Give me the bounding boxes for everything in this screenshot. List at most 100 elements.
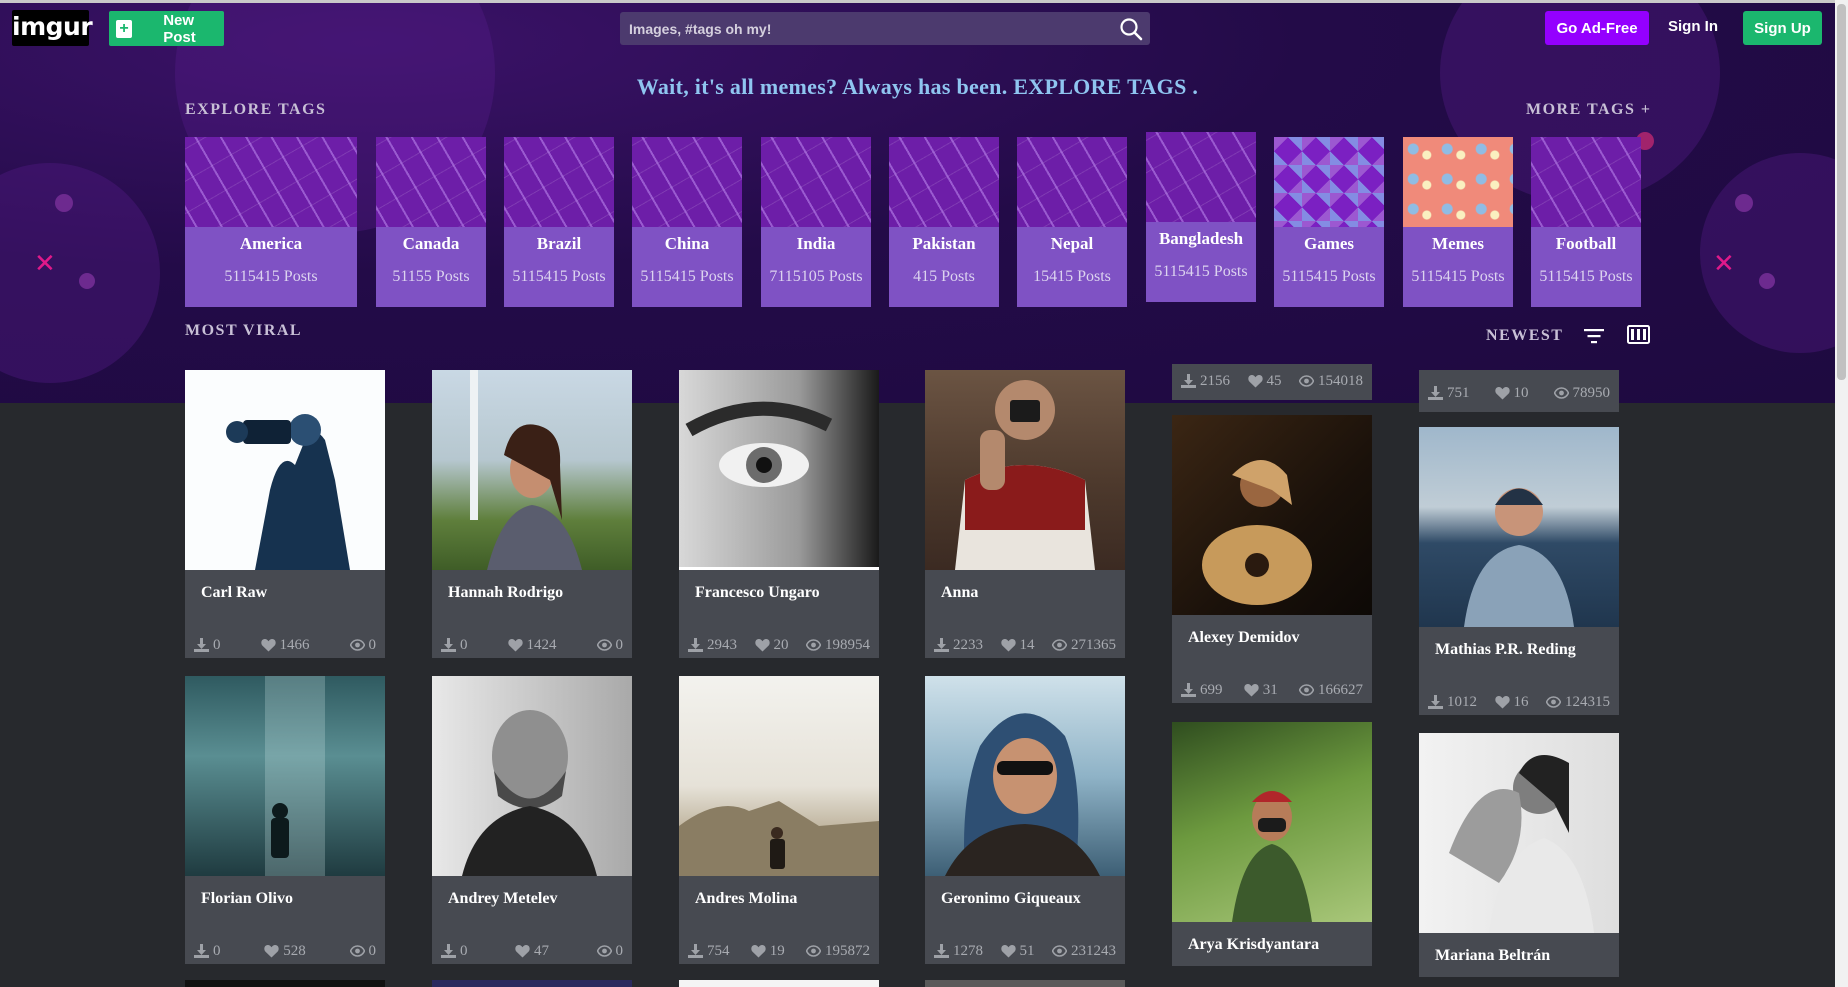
download-icon: [194, 638, 209, 652]
post-card[interactable]: Carl Raw 0 1466 0: [185, 370, 385, 658]
download-stat: 1012: [1428, 689, 1477, 715]
post-author: Andrey Metelev: [448, 890, 558, 907]
post-card-offscreen[interactable]: [432, 980, 632, 987]
tag-card-brazil[interactable]: Brazil 5115415 Posts: [504, 137, 614, 307]
post-card[interactable]: Mathias P.R. Reding 1012 16 124315: [1419, 427, 1619, 715]
tag-post-count: 5115415 Posts: [1411, 268, 1505, 285]
tag-art: [504, 137, 614, 227]
heart-icon: [515, 945, 530, 958]
post-author: Hannah Rodrigo: [448, 584, 564, 601]
like-count: 16: [1513, 693, 1529, 710]
tag-post-count: 15415 Posts: [1033, 268, 1111, 285]
tag-card-india[interactable]: India 7115105 Posts: [761, 137, 871, 307]
post-card[interactable]: Geronimo Giqueaux 1278 51 231243: [925, 676, 1125, 964]
vertical-scrollbar[interactable]: [1835, 0, 1848, 987]
tag-art: [1017, 137, 1127, 227]
view-stat: 198954: [806, 632, 870, 658]
new-post-label: New Post: [163, 11, 196, 46]
view-count: 0: [368, 636, 377, 653]
post-image: [679, 370, 879, 570]
download-icon: [688, 638, 703, 652]
tag-card-china[interactable]: China 5115415 Posts: [632, 137, 742, 307]
download-count: 1012: [1447, 693, 1477, 710]
sign-in-link[interactable]: Sign In: [1668, 18, 1718, 35]
post-card-partial[interactable]: 2156 45 154018: [1172, 364, 1372, 400]
grid-layout-icon[interactable]: [1627, 325, 1650, 344]
view-stat: 0: [349, 632, 377, 658]
like-stat: 528: [264, 938, 306, 964]
tag-name: America: [239, 234, 303, 253]
download-count: 0: [213, 636, 221, 653]
tag-art: [1146, 132, 1256, 222]
heart-icon: [754, 639, 770, 652]
post-card[interactable]: Andrey Metelev 0 47 0: [432, 676, 632, 964]
post-stats: 0 1466 0: [185, 614, 385, 658]
heart-icon: [507, 639, 523, 652]
view-stat: 231243: [1052, 938, 1116, 964]
post-card-offscreen[interactable]: [679, 980, 879, 987]
like-count: 19: [769, 942, 785, 959]
tag-art: [1403, 137, 1513, 227]
search-input[interactable]: [629, 20, 1099, 37]
post-card-offscreen[interactable]: [925, 980, 1125, 987]
like-stat: 45: [1247, 373, 1282, 390]
tag-post-count: 5115415 Posts: [512, 268, 606, 285]
tag-art: [185, 137, 357, 227]
post-image: [432, 676, 632, 876]
sign-up-button[interactable]: Sign Up: [1743, 11, 1822, 45]
tag-post-count: 5115415 Posts: [1539, 268, 1633, 285]
new-post-button[interactable]: + New Post: [109, 11, 224, 46]
tag-card-bangladesh[interactable]: Bangladesh 5115415 Posts: [1146, 132, 1256, 302]
view-count: 271365: [1071, 636, 1116, 653]
tag-card-memes[interactable]: Memes 5115415 Posts: [1403, 137, 1513, 307]
post-image: [1172, 722, 1372, 922]
heart-icon: [1244, 684, 1259, 697]
post-card-partial[interactable]: 751 10 78950: [1419, 370, 1619, 412]
like-stat: 1424: [507, 632, 557, 658]
post-card[interactable]: Francesco Ungaro 2943 20 198954: [679, 370, 879, 658]
scrollbar-thumb[interactable]: [1837, 4, 1846, 380]
download-count: 754: [707, 942, 730, 959]
search-icon[interactable]: [1118, 16, 1144, 42]
tag-card-nepal[interactable]: Nepal 15415 Posts: [1017, 137, 1127, 307]
decor-x-icon: ✕: [1713, 249, 1735, 279]
tag-card-canada[interactable]: Canada 51155 Posts: [376, 137, 486, 307]
go-ad-free-button[interactable]: Go Ad-Free: [1545, 11, 1649, 45]
newest-sort-label[interactable]: NEWEST: [1486, 327, 1563, 345]
post-stats: 2233 14 271365: [925, 614, 1125, 658]
tag-art: [632, 137, 742, 227]
heart-icon: [1247, 375, 1263, 388]
download-count: 699: [1200, 681, 1223, 698]
imgur-logo[interactable]: imgur: [12, 10, 93, 46]
tag-card-pakistan[interactable]: Pakistan 415 Posts: [889, 137, 999, 307]
post-stats: 751 10 78950: [1419, 370, 1619, 401]
post-card[interactable]: Hannah Rodrigo 0 1424 0: [432, 370, 632, 658]
view-stat: 195872: [806, 938, 870, 964]
search-bar[interactable]: [620, 12, 1150, 45]
post-card-offscreen[interactable]: [185, 980, 385, 987]
filter-sort-icon[interactable]: [1583, 326, 1605, 346]
tag-card-america[interactable]: America 5115415 Posts: [185, 137, 357, 307]
view-stat: 0: [596, 938, 623, 964]
post-author: Florian Olivo: [201, 890, 293, 907]
post-stats: 0 528 0: [185, 920, 385, 964]
like-count: 1424: [526, 636, 557, 653]
download-stat: 0: [194, 632, 221, 658]
like-count: 47: [534, 942, 549, 959]
post-card[interactable]: Arya Krisdyantara: [1172, 722, 1372, 966]
post-author: Arya Krisdyantara: [1188, 936, 1320, 953]
like-stat: 16: [1494, 689, 1529, 715]
tag-post-count: 415 Posts: [913, 268, 975, 285]
post-card[interactable]: Andres Molina 754 19 195872: [679, 676, 879, 964]
more-tags-link[interactable]: MORE TAGS +: [1526, 101, 1651, 119]
post-card[interactable]: Florian Olivo 0 528 0: [185, 676, 385, 964]
post-card[interactable]: Anna 2233 14 271365: [925, 370, 1125, 658]
post-card[interactable]: Mariana Beltrán: [1419, 733, 1619, 977]
most-viral-heading[interactable]: MOST VIRAL: [185, 322, 302, 340]
heart-icon: [1000, 639, 1016, 652]
post-author: Francesco Ungaro: [695, 584, 820, 601]
view-stat: 154018: [1299, 373, 1363, 390]
post-card[interactable]: Alexey Demidov 699 31 166627: [1172, 415, 1372, 703]
tag-card-football[interactable]: Football 5115415 Posts: [1531, 137, 1641, 307]
tag-card-games[interactable]: Games 5115415 Posts: [1274, 137, 1384, 307]
